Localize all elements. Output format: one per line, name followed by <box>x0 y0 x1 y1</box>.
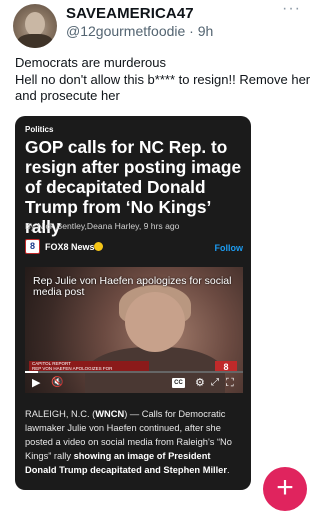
article-byline: By Nick Bentley,Deana Harley, 9 hrs ago <box>25 221 180 231</box>
article-line: posted a video on social media from Rale… <box>25 437 232 447</box>
source-name[interactable]: FOX8 News <box>45 242 95 252</box>
play-icon[interactable]: ▶ <box>32 373 40 393</box>
article-line: RALEIGH, N.C. (WNCN) — Calls for Democra… <box>25 409 226 419</box>
post-text: Democrats are murderous Hell no don't al… <box>15 55 313 105</box>
avatar[interactable] <box>13 4 57 48</box>
display-name[interactable]: SAVEAMERICA47 <box>66 5 194 22</box>
article-line: Kings” rally showing an image of Preside… <box>25 451 211 461</box>
category-tag: Politics <box>25 125 54 134</box>
fox8-logo-icon: 8 <box>25 239 40 254</box>
post-text-line: Democrats are murderous <box>15 55 166 70</box>
news-card[interactable]: Politics GOP calls for NC Rep. to resign… <box>15 116 251 490</box>
mute-icon[interactable]: 🔇 <box>51 373 63 393</box>
article-excerpt: RALEIGH, N.C. (WNCN) — Calls for Democra… <box>25 407 247 477</box>
video-subject-face <box>125 292 185 352</box>
article-line: lawmaker Julie von Haefen continued, aft… <box>25 423 221 433</box>
avatar-body <box>17 34 53 48</box>
sun-icon <box>94 242 103 251</box>
expand-icon[interactable]: ⤢ <box>211 373 219 393</box>
compose-button[interactable]: + <box>263 467 307 511</box>
handle-and-time[interactable]: @12gourmetfoodie · 9h <box>66 23 213 39</box>
follow-button[interactable]: Follow <box>215 243 244 253</box>
post-text-line: and prosecute her <box>15 88 120 103</box>
fullscreen-icon[interactable]: ⛶ <box>226 373 234 393</box>
more-options-icon[interactable]: ··· <box>282 0 301 18</box>
gear-icon[interactable]: ⚙ <box>195 373 205 393</box>
post-text-line: Hell no don't allow this b**** to resign… <box>15 71 311 87</box>
video-caption: Rep Julie von Haefen apologizes for soci… <box>33 275 232 298</box>
article-line: Donald Trump decapitated and Stephen Mil… <box>25 465 230 475</box>
captions-icon[interactable]: CC <box>172 378 185 388</box>
avatar-face <box>25 12 45 36</box>
